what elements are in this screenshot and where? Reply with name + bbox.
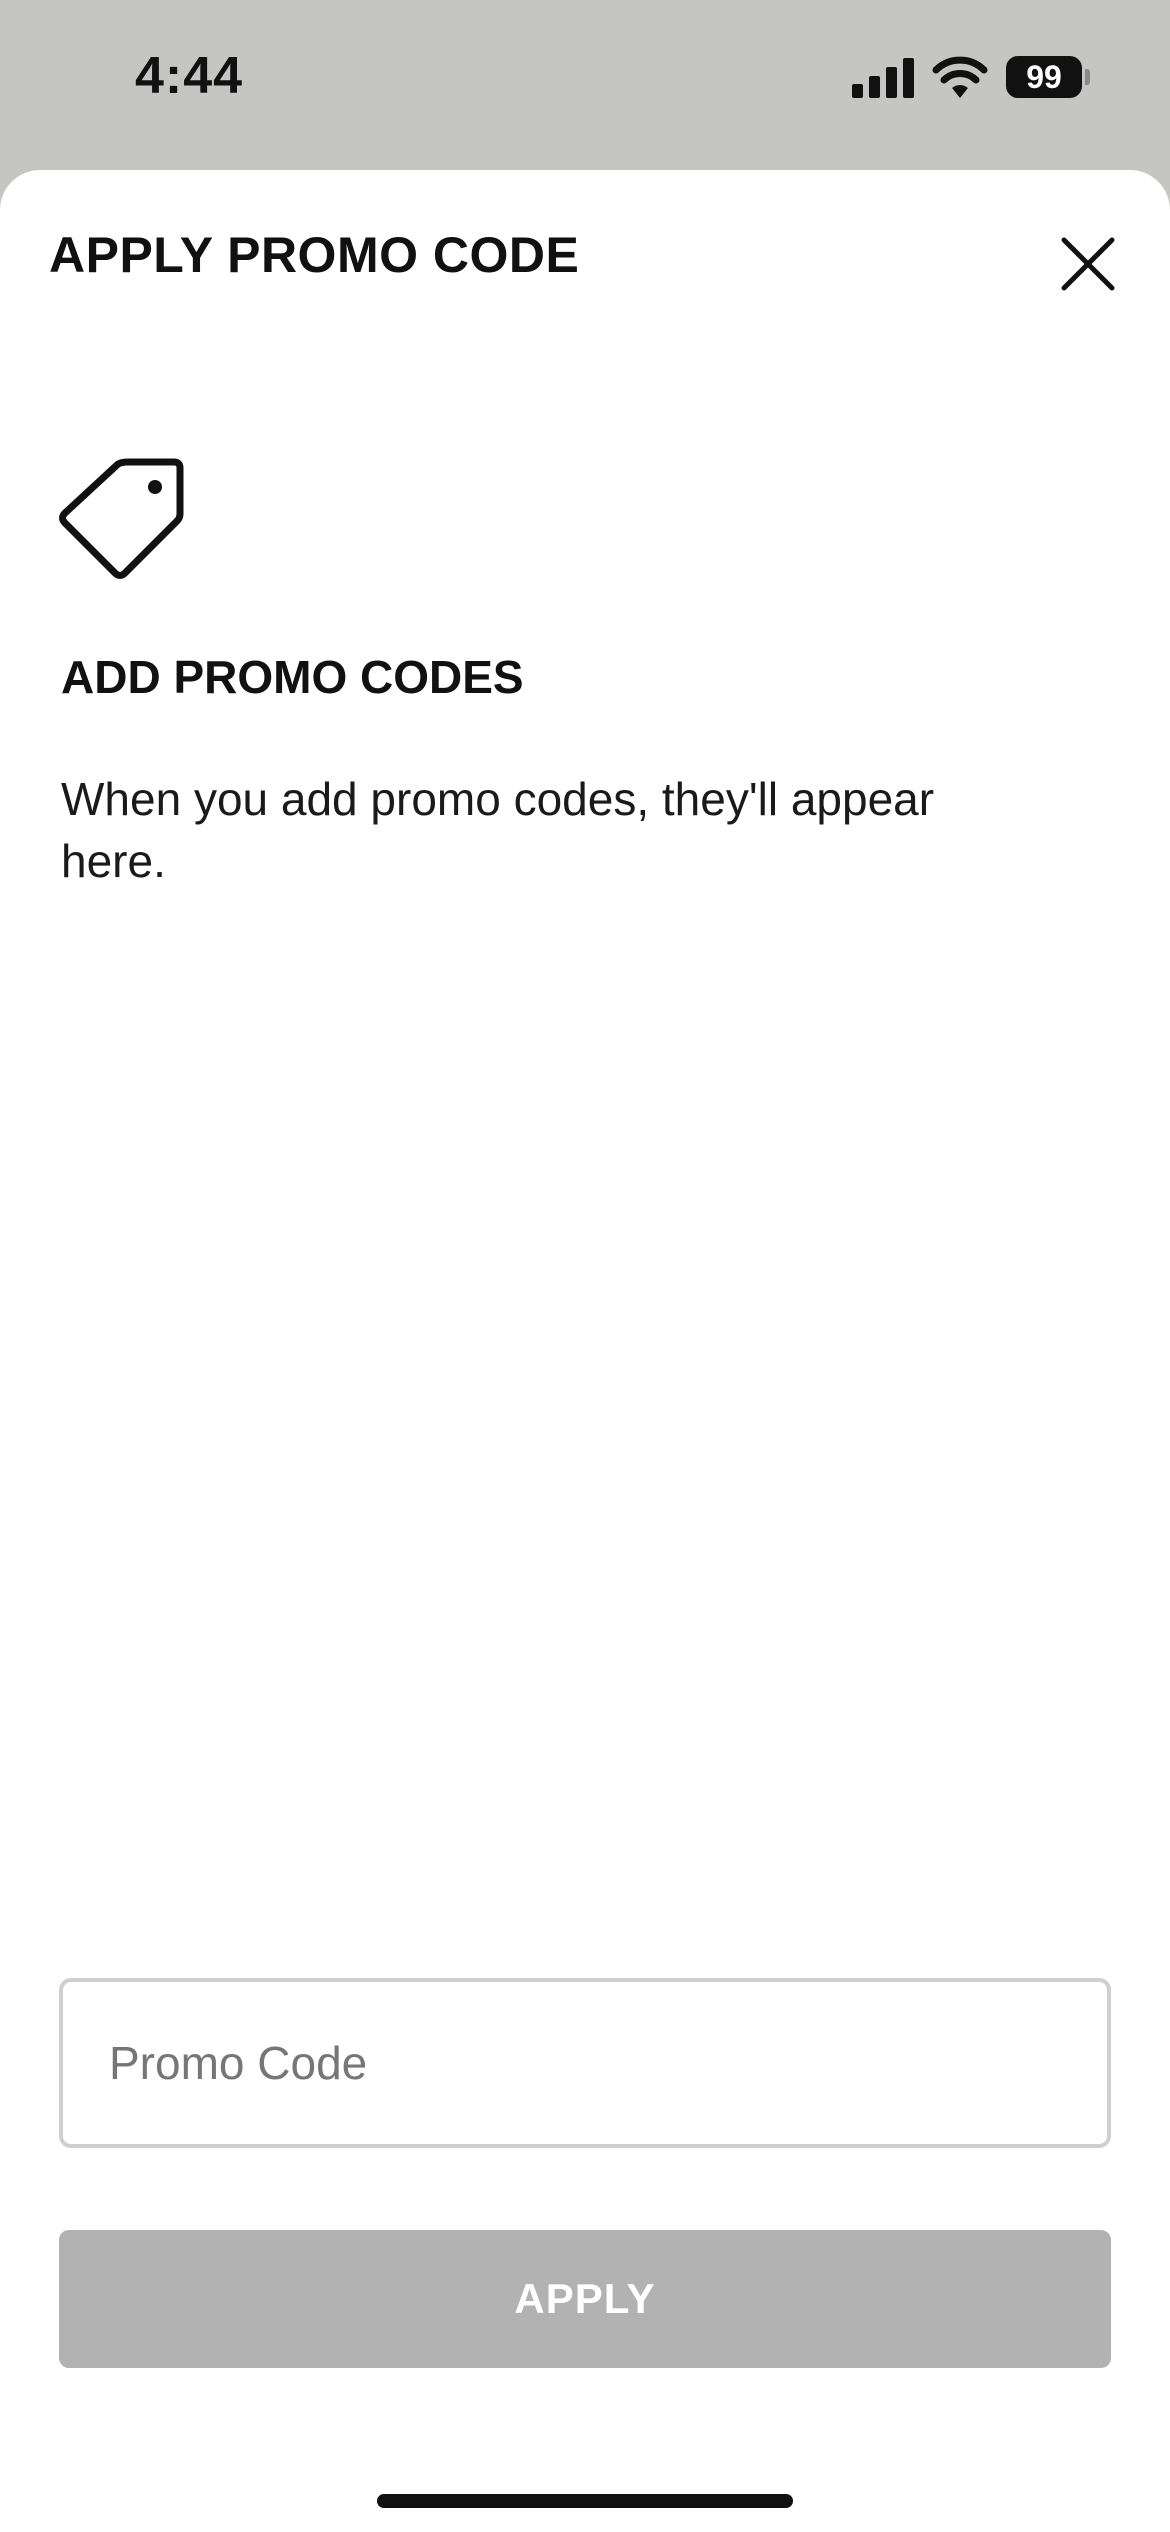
tag-icon xyxy=(56,452,186,582)
battery-level: 99 xyxy=(1006,56,1082,98)
promo-code-input[interactable] xyxy=(59,1978,1111,2148)
battery-tip xyxy=(1085,69,1090,85)
empty-state-heading: ADD PROMO CODES xyxy=(61,651,524,703)
wifi-icon xyxy=(932,56,988,98)
empty-state-description: When you add promo codes, they'll appear… xyxy=(61,773,935,887)
battery-icon: 99 xyxy=(1006,56,1090,98)
apply-button[interactable]: APPLY xyxy=(59,2230,1111,2368)
status-time: 4:44 xyxy=(135,47,244,105)
close-icon xyxy=(1061,237,1115,291)
sheet-title: APPLY PROMO CODE xyxy=(49,227,580,283)
cellular-signal-icon xyxy=(852,58,914,98)
home-indicator xyxy=(377,2494,793,2508)
status-bar: 4:44 99 xyxy=(0,0,1170,170)
promo-code-sheet: APPLY PROMO CODE ADD PROMO CODES When yo… xyxy=(0,170,1170,2532)
close-button[interactable] xyxy=(1050,226,1126,302)
